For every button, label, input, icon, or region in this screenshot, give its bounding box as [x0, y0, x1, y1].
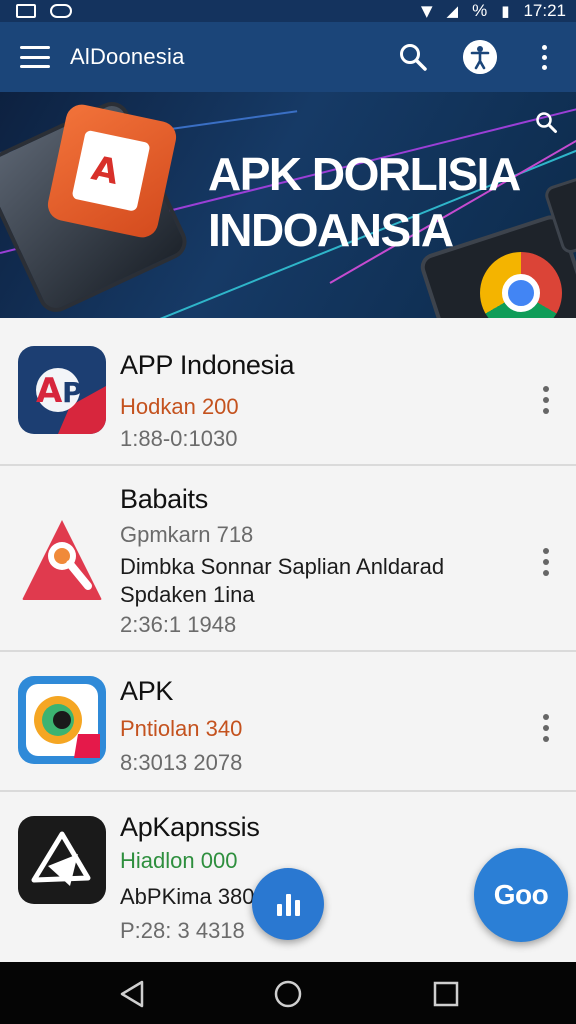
- svg-text:P: P: [62, 376, 83, 409]
- search-icon[interactable]: [398, 42, 428, 72]
- signal-icon: ◢: [446, 2, 459, 20]
- accessibility-icon[interactable]: [463, 40, 497, 74]
- app-bar: AlDoonesia: [0, 22, 576, 92]
- image-icon: [16, 4, 36, 18]
- menu-icon[interactable]: [20, 46, 50, 68]
- app-meta: 2:36:1 1948: [120, 612, 237, 637]
- app-subtitle: Hiadlon 000: [120, 848, 238, 873]
- app-name: APK: [120, 676, 174, 706]
- app-title: AlDoonesia: [70, 44, 185, 69]
- recents-icon[interactable]: [430, 978, 462, 1010]
- app-name: ApKapnssis: [120, 812, 260, 842]
- app-name: Babaits: [120, 484, 208, 514]
- banner-heading: APK DORLISIA INDOANSIA: [208, 146, 521, 258]
- battery-icon: ▮: [501, 2, 510, 20]
- home-icon[interactable]: [272, 978, 304, 1010]
- app-name: APP Indonesia: [120, 350, 295, 380]
- list-item[interactable]: APK Pntiolan 340 8:3013 2078: [0, 652, 576, 792]
- back-icon[interactable]: [116, 978, 148, 1010]
- apk-icon: [18, 676, 106, 764]
- bar-chart-icon: [276, 892, 300, 916]
- app-description: Dimbka Sonnar Saplian Anldarad: [120, 554, 445, 579]
- status-time: 17:21: [523, 1, 566, 20]
- eye-icon: [50, 4, 72, 18]
- app-subtitle: Gpmkarn 718: [120, 522, 254, 547]
- banner-heading-line1: APK DORLISIA: [208, 148, 521, 200]
- status-right: ▼ ◢ % ▮ 17:21: [421, 1, 566, 21]
- banner-heading-line2: INDOANSIA: [208, 204, 454, 256]
- more-vert-icon[interactable]: [540, 386, 552, 414]
- search-icon[interactable]: [534, 110, 558, 134]
- more-vert-icon[interactable]: [536, 42, 552, 72]
- app-indonesia-icon: A P: [18, 346, 106, 434]
- app-description: AbPKima 380: [120, 884, 255, 909]
- app-meta: 8:3013 2078: [120, 750, 243, 775]
- list-item[interactable]: A P APP Indonesia Hodkan 200 1:88-0:1030: [0, 318, 576, 466]
- status-left: [16, 4, 72, 18]
- list-item[interactable]: Babaits Gpmkarn 718 Dimbka Sonnar Saplia…: [0, 466, 576, 652]
- go-fab-button[interactable]: Goo: [474, 848, 568, 942]
- app-description-2: Spdaken 1ina: [120, 582, 255, 607]
- apk-logo-card: A: [44, 101, 180, 241]
- svg-text:A: A: [36, 371, 63, 411]
- promo-banner[interactable]: A APK DORLISIA INDOANSIA: [0, 92, 576, 318]
- babaits-icon: [18, 516, 106, 604]
- more-vert-icon[interactable]: [540, 548, 552, 576]
- apkapnssis-icon: [18, 816, 106, 904]
- app-meta: P:28: 3 4318: [120, 918, 245, 943]
- wifi-icon: ▼: [420, 2, 433, 20]
- app-subtitle: Hodkan 200: [120, 394, 239, 419]
- battery-percent: %: [472, 1, 488, 20]
- system-nav-bar: [0, 962, 576, 1024]
- more-vert-icon[interactable]: [540, 714, 552, 742]
- status-bar: ▼ ◢ % ▮ 17:21: [0, 0, 576, 22]
- stats-fab-button[interactable]: [252, 868, 324, 940]
- app-meta: 1:88-0:1030: [120, 426, 238, 451]
- app-subtitle: Pntiolan 340: [120, 716, 243, 741]
